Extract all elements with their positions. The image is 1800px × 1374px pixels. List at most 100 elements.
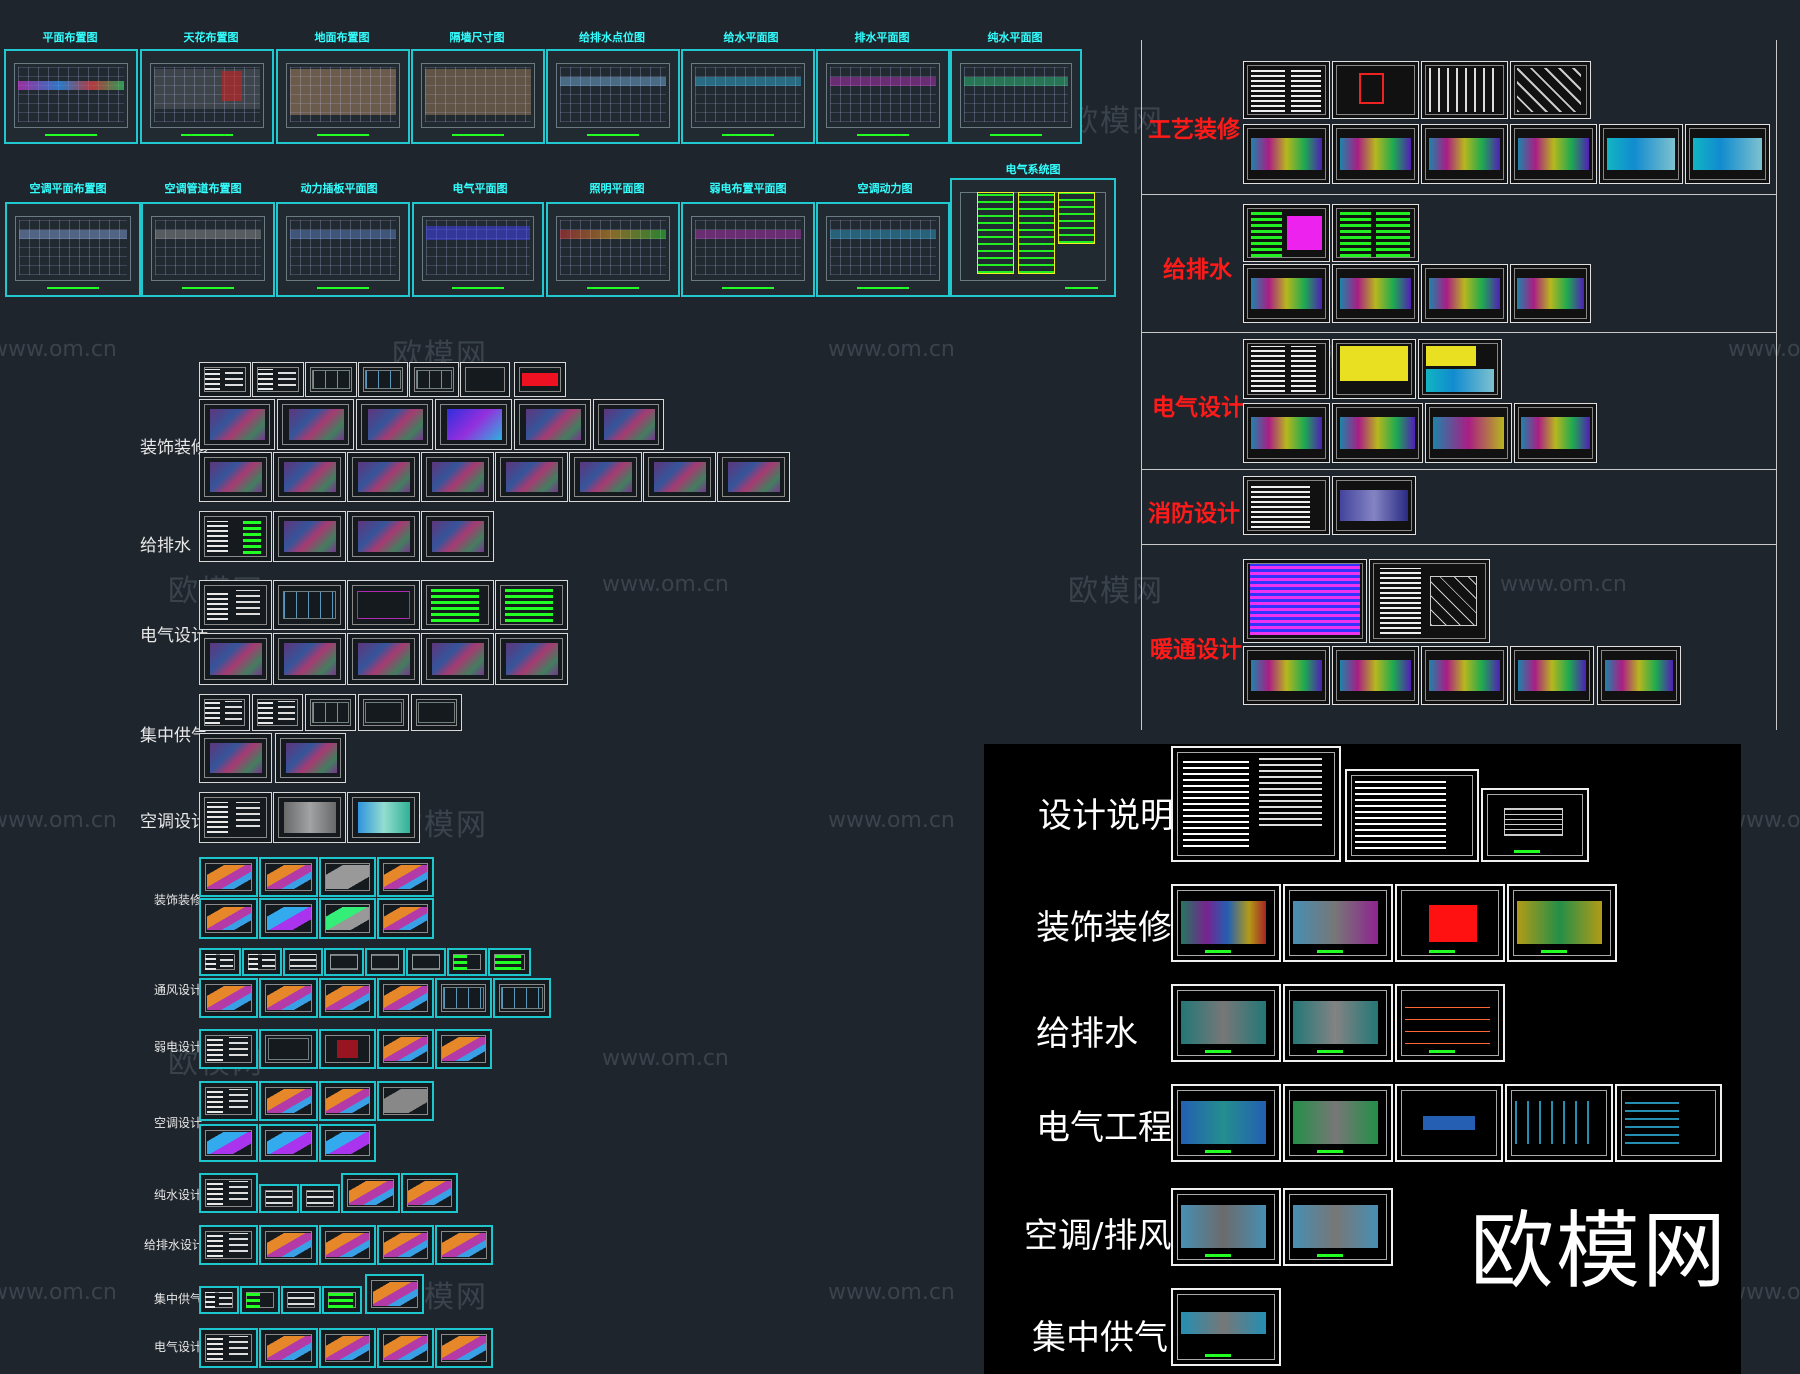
drawing-sheet-thumbnail[interactable] [1243,646,1330,705]
drawing-sheet-thumbnail[interactable] [319,1124,376,1162]
drawing-sheet-thumbnail[interactable] [259,1184,299,1213]
drawing-sheet-thumbnail[interactable] [1332,339,1416,399]
drawing-sheet-thumbnail[interactable] [435,399,512,450]
drawing-sheet-thumbnail[interactable] [421,633,494,685]
drawing-sheet-thumbnail[interactable] [259,898,318,939]
drawing-sheet-thumbnail[interactable] [514,362,566,397]
drawing-sheet-thumbnail[interactable] [409,362,459,397]
drawing-sheet-thumbnail[interactable] [950,178,1116,297]
drawing-sheet-thumbnail[interactable] [252,362,304,397]
drawing-sheet-thumbnail[interactable] [1505,1084,1613,1162]
drawing-sheet-thumbnail[interactable] [322,1286,362,1314]
drawing-sheet-thumbnail[interactable] [273,580,346,630]
drawing-sheet-thumbnail[interactable] [1171,984,1281,1062]
drawing-sheet-thumbnail[interactable] [493,978,551,1018]
drawing-sheet-thumbnail[interactable] [411,694,462,731]
drawing-sheet-thumbnail[interactable] [199,948,241,976]
drawing-sheet-thumbnail[interactable] [1243,124,1330,184]
drawing-sheet-thumbnail[interactable] [199,1029,258,1069]
drawing-sheet-thumbnail[interactable] [1243,476,1330,535]
drawing-sheet-thumbnail[interactable] [199,792,272,843]
drawing-sheet-thumbnail[interactable] [406,948,446,976]
drawing-sheet-thumbnail[interactable] [199,978,258,1018]
drawing-sheet-thumbnail[interactable] [347,511,420,562]
drawing-sheet-thumbnail[interactable] [252,694,303,731]
drawing-sheet-thumbnail[interactable] [1332,61,1419,119]
drawing-sheet-thumbnail[interactable] [199,898,258,939]
drawing-sheet-thumbnail[interactable] [1243,559,1367,643]
drawing-sheet-thumbnail[interactable] [1171,1188,1281,1266]
drawing-sheet-thumbnail[interactable] [199,580,272,630]
drawing-sheet-thumbnail[interactable] [435,1225,493,1265]
drawing-sheet-thumbnail[interactable] [275,733,346,783]
drawing-sheet-thumbnail[interactable] [569,452,642,502]
drawing-sheet-thumbnail[interactable] [495,580,568,630]
drawing-sheet-thumbnail[interactable] [1395,884,1505,962]
drawing-sheet-thumbnail[interactable] [199,399,275,450]
drawing-sheet-thumbnail[interactable] [199,1328,258,1368]
drawing-sheet-thumbnail[interactable] [1510,61,1591,119]
drawing-sheet-thumbnail[interactable] [1395,984,1505,1062]
drawing-sheet-thumbnail[interactable] [495,633,568,685]
drawing-sheet-thumbnail[interactable] [1332,646,1419,705]
drawing-sheet-thumbnail[interactable] [277,399,354,450]
drawing-sheet-thumbnail[interactable] [141,202,275,297]
drawing-sheet-thumbnail[interactable] [259,1328,318,1368]
drawing-sheet-thumbnail[interactable] [199,452,272,502]
drawing-sheet-thumbnail[interactable] [273,452,346,502]
drawing-sheet-thumbnail[interactable] [300,1184,340,1213]
drawing-sheet-thumbnail[interactable] [4,49,138,144]
drawing-sheet-thumbnail[interactable] [199,857,258,897]
drawing-sheet-thumbnail[interactable] [324,948,364,976]
drawing-sheet-thumbnail[interactable] [319,898,376,939]
drawing-sheet-thumbnail[interactable] [199,1225,258,1265]
drawing-sheet-thumbnail[interactable] [199,362,251,397]
drawing-sheet-thumbnail[interactable] [5,202,141,297]
drawing-sheet-thumbnail[interactable] [1685,124,1770,184]
drawing-sheet-thumbnail[interactable] [199,1081,258,1121]
drawing-sheet-thumbnail[interactable] [1599,124,1683,184]
drawing-sheet-thumbnail[interactable] [401,1173,458,1213]
drawing-sheet-thumbnail[interactable] [460,362,510,397]
drawing-sheet-thumbnail[interactable] [1510,264,1591,323]
drawing-sheet-thumbnail[interactable] [259,1029,318,1069]
drawing-sheet-thumbnail[interactable] [1514,403,1597,463]
drawing-sheet-thumbnail[interactable] [259,857,318,897]
drawing-sheet-thumbnail[interactable] [319,1029,376,1069]
drawing-sheet-thumbnail[interactable] [1171,884,1281,962]
drawing-sheet-thumbnail[interactable] [347,792,420,843]
drawing-sheet-thumbnail[interactable] [1243,204,1330,262]
drawing-sheet-thumbnail[interactable] [593,399,664,450]
drawing-sheet-thumbnail[interactable] [717,452,790,502]
drawing-sheet-thumbnail[interactable] [421,511,494,562]
drawing-sheet-thumbnail[interactable] [1243,339,1330,399]
drawing-sheet-thumbnail[interactable] [1507,884,1617,962]
drawing-sheet-thumbnail[interactable] [1615,1084,1722,1162]
drawing-sheet-thumbnail[interactable] [319,1081,376,1121]
drawing-sheet-thumbnail[interactable] [412,202,544,297]
drawing-sheet-thumbnail[interactable] [643,452,716,502]
drawing-sheet-thumbnail[interactable] [319,978,376,1018]
drawing-sheet-thumbnail[interactable] [377,978,434,1018]
drawing-sheet-thumbnail[interactable] [377,857,434,897]
drawing-sheet-thumbnail[interactable] [347,452,420,502]
drawing-sheet-thumbnail[interactable] [1171,746,1341,862]
drawing-sheet-thumbnail[interactable] [283,948,323,976]
drawing-sheet-thumbnail[interactable] [435,1029,492,1069]
drawing-sheet-thumbnail[interactable] [319,1225,376,1265]
drawing-sheet-thumbnail[interactable] [514,399,591,450]
drawing-sheet-thumbnail[interactable] [347,580,420,630]
drawing-sheet-thumbnail[interactable] [240,1286,280,1314]
drawing-sheet-thumbnail[interactable] [276,49,410,144]
drawing-sheet-thumbnail[interactable] [377,1081,434,1121]
drawing-sheet-thumbnail[interactable] [447,948,487,976]
drawing-sheet-thumbnail[interactable] [1421,61,1508,119]
drawing-sheet-thumbnail[interactable] [377,1029,434,1069]
drawing-sheet-thumbnail[interactable] [281,1286,321,1314]
drawing-sheet-thumbnail[interactable] [1395,1084,1503,1162]
drawing-sheet-thumbnail[interactable] [259,1081,318,1121]
drawing-sheet-thumbnail[interactable] [199,733,272,783]
drawing-sheet-thumbnail[interactable] [1345,769,1479,862]
drawing-sheet-thumbnail[interactable] [435,1328,493,1368]
drawing-sheet-thumbnail[interactable] [1171,1288,1281,1366]
